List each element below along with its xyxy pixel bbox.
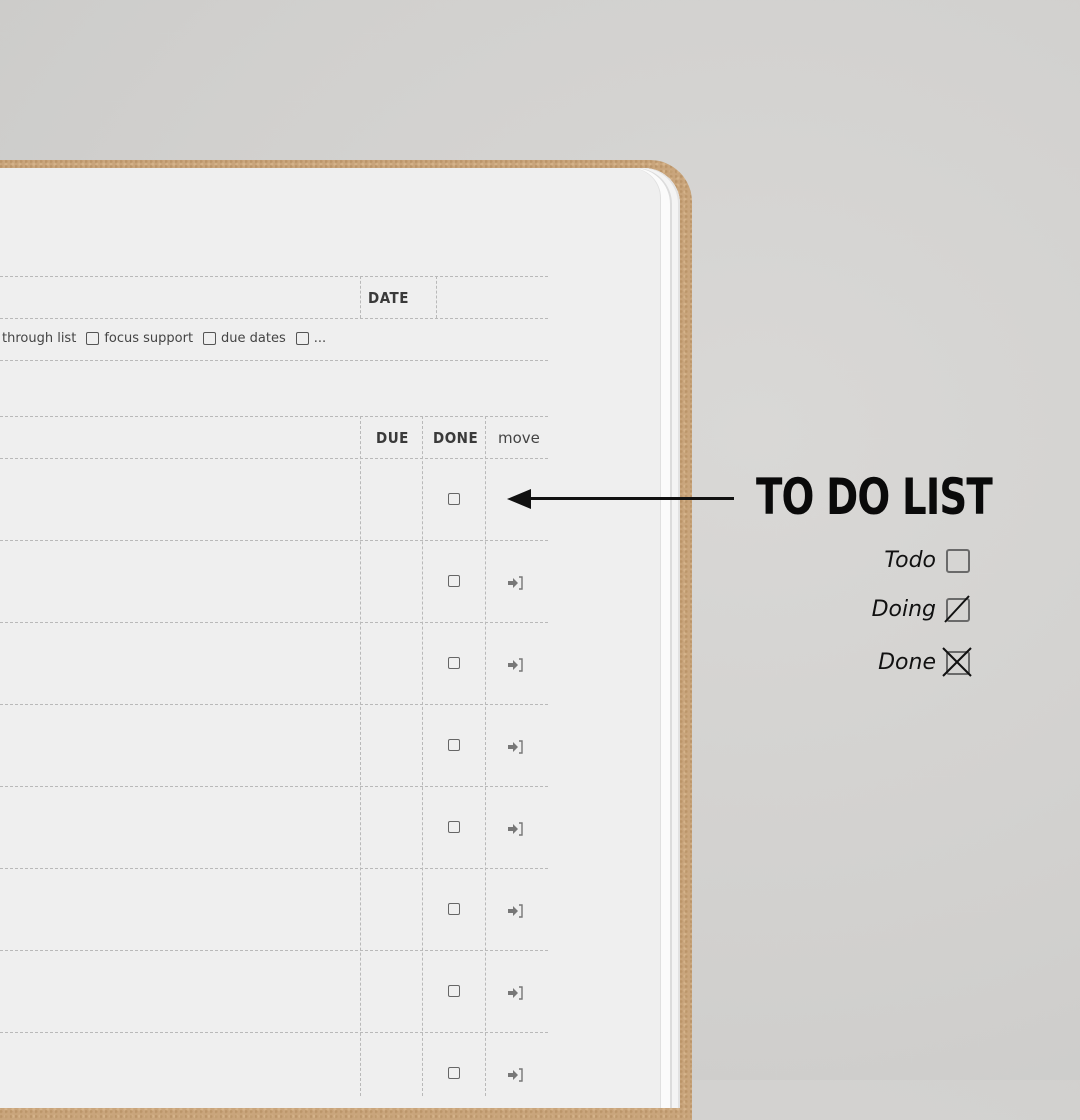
header-bottom-rule [0,360,548,361]
move-arrow-icon[interactable] [508,904,524,918]
due-column-divider [360,416,361,1096]
move-column-divider [485,416,486,1096]
option-through-list: through list [2,331,77,346]
header-top-rule [0,276,548,277]
legend-done: Done [878,646,972,677]
legend-todo: Todo [884,548,970,573]
table-row-rule [0,540,548,541]
options-row: through list focus support due dates ... [2,331,326,346]
table-row-rule [0,622,548,623]
more-checkbox[interactable] [295,332,309,345]
annotation-title: TO DO LIST [756,468,993,526]
done-checkbox[interactable] [448,903,460,915]
due-dates-checkbox[interactable] [203,332,217,345]
done-checkbox[interactable] [448,493,460,505]
legend-todo-label: Todo [884,548,936,573]
table-row-rule [0,458,548,459]
column-header-move: move [498,429,540,447]
column-header-due: DUE [376,429,409,447]
done-checkbox[interactable] [448,1067,460,1079]
header-mid-rule [0,318,548,319]
done-column-divider [422,416,423,1096]
table-row-rule [0,950,548,951]
done-checkbox[interactable] [448,657,460,669]
empty-checkbox-icon [946,548,970,573]
legend-doing: Doing [871,594,970,623]
date-label: DATE [368,289,409,307]
date-divider-left [360,276,361,318]
legend-doing-label: Doing [871,597,936,622]
move-arrow-icon[interactable] [508,740,524,754]
done-checkbox[interactable] [448,821,460,833]
done-checkbox[interactable] [448,575,460,587]
option-more: ... [313,331,327,346]
table-row-rule [0,868,548,869]
pointer-arrow-line [526,497,734,500]
table-row-rule [0,1032,548,1033]
crossed-checkbox-icon [942,646,972,677]
move-arrow-icon[interactable] [508,658,524,672]
done-checkbox[interactable] [448,739,460,751]
option-focus-support: focus support [104,331,194,346]
table-row-rule [0,786,548,787]
notebook-page [0,168,660,1108]
pointer-arrow-icon [507,489,531,509]
table-top-rule [0,416,548,417]
date-divider-right [436,276,437,318]
table-row-rule [0,704,548,705]
option-due-dates: due dates [221,331,286,346]
move-arrow-icon[interactable] [508,822,524,836]
column-header-done: DONE [433,429,479,447]
move-arrow-icon[interactable] [508,576,524,590]
move-arrow-icon[interactable] [508,986,524,1000]
done-checkbox[interactable] [448,985,460,997]
legend-done-label: Done [878,650,936,675]
slashed-checkbox-icon [944,594,970,623]
focus-support-checkbox[interactable] [86,332,100,345]
